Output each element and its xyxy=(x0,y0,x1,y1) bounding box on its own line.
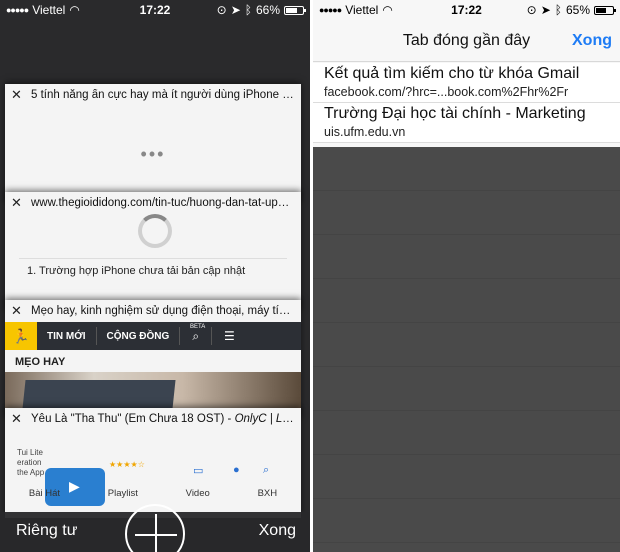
bluetooth-icon: ᛒ xyxy=(554,3,562,17)
site-nav-news: TIN MỚI xyxy=(47,330,86,342)
close-icon[interactable]: ✕ xyxy=(11,195,25,211)
nav-bar: Tab đóng gần đây Xong xyxy=(313,20,620,62)
divider xyxy=(19,258,287,259)
status-bar: ●●●●● Viettel ◠ 17:22 ⊙ ➤ ᛒ 65% xyxy=(313,0,620,20)
list-item-url: facebook.com/?hrc=...book.com%2Fhr%2Fr xyxy=(324,85,569,99)
loading-indicator: ••• xyxy=(140,144,166,164)
site-nav-community: CỘNG ĐỒNG xyxy=(106,330,170,342)
carrier-name: Viettel xyxy=(345,3,379,17)
list-item-url: uis.ufm.edu.vn xyxy=(324,125,406,139)
app-tab-bar: Bài Hát Playlist Video BXH xyxy=(5,488,301,499)
tab-title: 5 tính năng ẩn cực hay mà ít người dùng … xyxy=(31,89,295,101)
app-tab-playlist: Playlist xyxy=(107,488,138,499)
page-snippet: 1. Trường hợp iPhone chưa tải bản cập nh… xyxy=(27,265,246,277)
search-icon: ⌕ xyxy=(192,328,200,343)
list-item[interactable]: Trường Đại học tài chính - Marketing uis… xyxy=(313,103,620,143)
lock-rotation-icon: ⊙ xyxy=(526,3,537,17)
tab-switcher-toolbar: Riêng tư Xong xyxy=(0,504,310,552)
carrier-name: Viettel xyxy=(32,3,66,17)
list-item-title: Trường Đại học tài chính - Marketing xyxy=(324,105,586,122)
tab-title: Mẹo hay, kinh nghiệm sử dụng điện thoại,… xyxy=(31,305,295,317)
battery-percent: 66% xyxy=(255,3,280,17)
signal-strength: ●●●●● xyxy=(319,5,342,15)
tab-card[interactable]: ✕ Mẹo hay, kinh nghiệm sử dụng điện thoạ… xyxy=(5,300,301,420)
list-item-title: Kết quả tìm kiếm cho từ khóa Gmail xyxy=(324,65,580,82)
app-tab-video: Video xyxy=(185,488,210,499)
private-button[interactable]: Riêng tư xyxy=(16,522,77,540)
lock-rotation-icon: ⊙ xyxy=(216,3,227,17)
battery-icon xyxy=(284,5,306,15)
site-logo-icon: 🏃 xyxy=(5,322,37,350)
rating-stars: ★★★★☆ xyxy=(109,460,145,469)
wifi-icon: ◠ xyxy=(69,3,80,17)
tab-title: www.thegioididong.com/tin-tuc/huong-dan-… xyxy=(31,197,295,209)
tab-title: Yêu Là "Tha Thu" (Em Chưa 18 OST) - Only… xyxy=(31,413,295,425)
recently-closed-list: Kết quả tìm kiếm cho từ khóa Gmail faceb… xyxy=(313,63,620,143)
site-header: 🏃 TIN MỚI CỘNG ĐỒNG BETA ⌕ ☰ xyxy=(5,322,301,350)
section-title: MẸO HAY xyxy=(15,356,66,368)
plus-icon[interactable] xyxy=(125,504,185,552)
tab-switcher-screen: ●●●●● Viettel ◠ 17:22 ⊙ ➤ ᛒ 66% ✕ 5 tính… xyxy=(0,0,310,552)
close-icon[interactable]: ✕ xyxy=(11,411,25,427)
location-icon: ➤ xyxy=(230,3,241,17)
signal-strength: ●●●●● xyxy=(6,5,29,15)
done-button[interactable]: Xong xyxy=(572,32,612,50)
app-icon xyxy=(45,468,105,506)
search-icon: ⌕ xyxy=(263,464,270,476)
close-icon[interactable]: ✕ xyxy=(11,87,25,103)
beta-badge: BETA xyxy=(190,324,206,330)
dimmed-background[interactable] xyxy=(313,147,620,552)
list-item[interactable]: Kết quả tìm kiếm cho từ khóa Gmail faceb… xyxy=(313,63,620,103)
bluetooth-icon: ᛒ xyxy=(244,3,252,17)
battery-percent: 65% xyxy=(565,3,590,17)
status-bar: ●●●●● Viettel ◠ 17:22 ⊙ ➤ ᛒ 66% xyxy=(0,0,310,20)
close-icon[interactable]: ✕ xyxy=(11,303,25,319)
recently-closed-screen: ●●●●● Viettel ◠ 17:22 ⊙ ➤ ᛒ 65% Tab đóng… xyxy=(313,0,620,552)
tab-card[interactable]: ✕ 5 tính năng ẩn cực hay mà ít người dùn… xyxy=(5,84,301,204)
app-tab-chart: BXH xyxy=(257,488,278,499)
tab-card[interactable]: ✕ Yêu Là "Tha Thu" (Em Chưa 18 OST) - On… xyxy=(5,408,301,518)
tv-icon: ▭ xyxy=(193,465,204,477)
user-icon: ● xyxy=(233,464,240,476)
done-button[interactable]: Xong xyxy=(259,522,296,540)
menu-icon: ☰ xyxy=(224,329,235,343)
tab-card[interactable]: ✕ www.thegioididong.com/tin-tuc/huong-da… xyxy=(5,192,301,312)
battery-icon xyxy=(594,5,616,15)
location-icon: ➤ xyxy=(540,3,551,17)
app-tab-songs: Bài Hát xyxy=(28,488,61,499)
loading-spinner-icon xyxy=(138,214,172,248)
wifi-icon: ◠ xyxy=(382,3,393,17)
